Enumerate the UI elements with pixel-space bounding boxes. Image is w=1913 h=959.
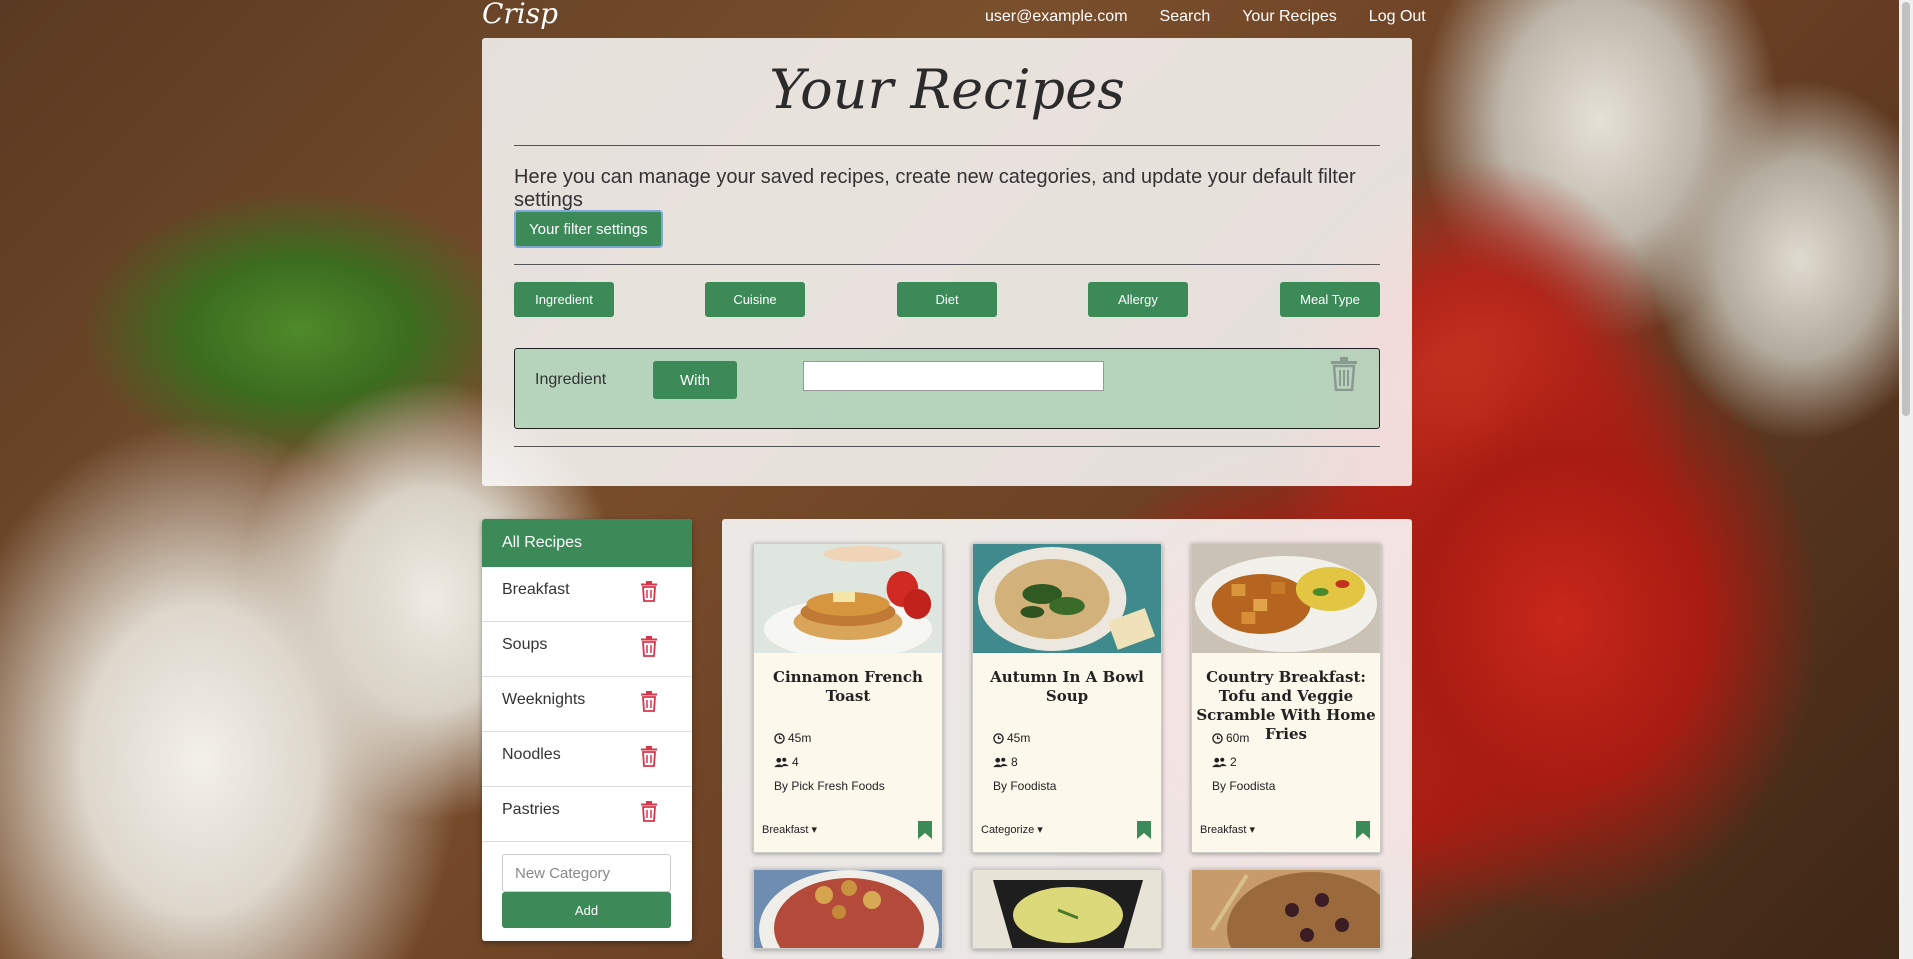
filter-settings-button[interactable]: Your filter settings [514, 210, 663, 248]
clock-icon [993, 732, 1004, 744]
trash-icon[interactable] [1329, 357, 1359, 391]
sidebar-item-weeknights[interactable]: Weeknights [482, 677, 692, 732]
bookmark-icon[interactable] [918, 821, 932, 839]
filter-row-label: Ingredient [535, 371, 607, 388]
nav-search-link[interactable]: Search [1160, 8, 1211, 26]
trash-icon[interactable] [640, 636, 658, 657]
trash-icon[interactable] [640, 746, 658, 767]
recipe-image[interactable] [1192, 870, 1381, 949]
sidebar-item-label: Pastries [502, 801, 560, 818]
top-navbar: Crisp user@example.com Search Your Recip… [0, 0, 1913, 36]
filter-tab-diet[interactable]: Diet [897, 282, 997, 317]
recipes-header-panel: Your Recipes Here you can manage your sa… [482, 38, 1412, 486]
with-toggle-button[interactable]: With [653, 361, 737, 399]
clock-icon [774, 732, 785, 744]
recipe-servings: 2 [1212, 755, 1237, 769]
recipe-title[interactable]: Country Breakfast: Tofu and Veggie Scram… [1192, 658, 1380, 743]
intro-text: Here you can manage your saved recipes, … [514, 166, 1356, 211]
sidebar-item-noodles[interactable]: Noodles [482, 732, 692, 787]
recipe-title[interactable]: Autumn In A Bowl Soup [973, 658, 1161, 732]
recipe-servings-value: 2 [1230, 755, 1237, 769]
caret-down-icon: ▾ [808, 824, 818, 836]
sidebar-item-all-recipes[interactable]: All Recipes [482, 519, 692, 567]
recipe-card[interactable]: Autumn In A Bowl Soup 45m 8 By Foodista … [972, 543, 1162, 853]
recipe-card[interactable]: Country Breakfast: Tofu and Veggie Scram… [1191, 543, 1381, 853]
category-dropdown-label: Categorize [981, 824, 1035, 836]
nav-user-email[interactable]: user@example.com [985, 8, 1128, 26]
sidebar-item-label: Breakfast [502, 581, 570, 598]
trash-icon[interactable] [640, 581, 658, 602]
recipe-time-value: 45m [788, 731, 812, 745]
recipe-image[interactable] [1192, 544, 1380, 653]
recipe-source: By Foodista [1212, 779, 1276, 793]
filter-tab-meal-type[interactable]: Meal Type [1280, 282, 1380, 317]
recipe-source: By Foodista [993, 779, 1057, 793]
ingredient-input[interactable] [803, 361, 1104, 391]
nav-logout-link[interactable]: Log Out [1369, 8, 1426, 26]
page-scrollbar[interactable] [1899, 0, 1913, 959]
recipe-card[interactable] [1191, 869, 1381, 949]
page-title: Your Recipes [769, 58, 1125, 121]
filter-tab-ingredient[interactable]: Ingredient [514, 282, 614, 317]
ingredient-filter-row: Ingredient With [514, 348, 1380, 429]
recipe-servings-value: 4 [792, 755, 799, 769]
category-dropdown[interactable]: Categorize ▾ [981, 823, 1043, 836]
category-dropdown[interactable]: Breakfast ▾ [1200, 823, 1255, 836]
trash-icon[interactable] [640, 801, 658, 822]
category-sidebar: All Recipes Breakfast Soups Weeknights N… [482, 519, 692, 941]
users-icon [1212, 757, 1227, 767]
recipe-image[interactable] [754, 870, 943, 949]
recipe-card[interactable] [753, 869, 943, 949]
filter-tab-cuisine[interactable]: Cuisine [705, 282, 805, 317]
users-icon [774, 757, 789, 767]
category-dropdown-label: Breakfast [1200, 824, 1247, 836]
recipe-source: By Pick Fresh Foods [774, 779, 885, 793]
filter-tab-allergy[interactable]: Allergy [1088, 282, 1188, 317]
sidebar-item-soups[interactable]: Soups [482, 622, 692, 677]
recipe-card[interactable]: Cinnamon French Toast 45m 4 By Pick Fres… [753, 543, 943, 853]
recipe-grid: Cinnamon French Toast 45m 4 By Pick Fres… [722, 519, 1412, 959]
recipe-time-value: 45m [1007, 731, 1031, 745]
category-dropdown-label: Breakfast [762, 824, 809, 836]
add-category-button[interactable]: Add [502, 892, 671, 928]
recipe-image[interactable] [973, 870, 1162, 949]
recipe-title[interactable]: Cinnamon French Toast [754, 658, 942, 732]
bookmark-icon[interactable] [1137, 821, 1151, 839]
nav-your-recipes-link[interactable]: Your Recipes [1242, 8, 1337, 26]
recipe-time: 60m [1212, 731, 1249, 745]
divider [514, 145, 1380, 146]
recipe-time: 45m [774, 731, 811, 745]
sidebar-item-pastries[interactable]: Pastries [482, 787, 692, 842]
sidebar-item-breakfast[interactable]: Breakfast [482, 567, 692, 622]
sidebar-item-label: Noodles [502, 746, 561, 763]
brand-logo[interactable]: Crisp [482, 0, 558, 30]
divider [514, 264, 1380, 265]
caret-down-icon: ▾ [1246, 824, 1256, 836]
trash-icon[interactable] [640, 691, 658, 712]
category-dropdown[interactable]: Breakfast ▾ [762, 823, 817, 836]
caret-down-icon: ▾ [1034, 824, 1043, 836]
nav-links: user@example.com Search Your Recipes Log… [985, 8, 1458, 26]
divider [514, 446, 1380, 447]
sidebar-item-label: Weeknights [502, 691, 586, 708]
recipe-time-value: 60m [1226, 731, 1250, 745]
recipe-servings-value: 8 [1011, 755, 1018, 769]
sidebar-item-label: Soups [502, 636, 548, 653]
scrollbar-thumb[interactable] [1902, 2, 1910, 416]
recipe-image[interactable] [754, 544, 942, 659]
bookmark-icon[interactable] [1356, 821, 1370, 839]
recipe-time: 45m [993, 731, 1030, 745]
recipe-image[interactable] [973, 544, 1161, 653]
recipe-card[interactable] [972, 869, 1162, 949]
clock-icon [1212, 732, 1223, 744]
new-category-input[interactable] [502, 854, 671, 892]
recipe-servings: 8 [993, 755, 1018, 769]
users-icon [993, 757, 1008, 767]
recipe-servings: 4 [774, 755, 799, 769]
